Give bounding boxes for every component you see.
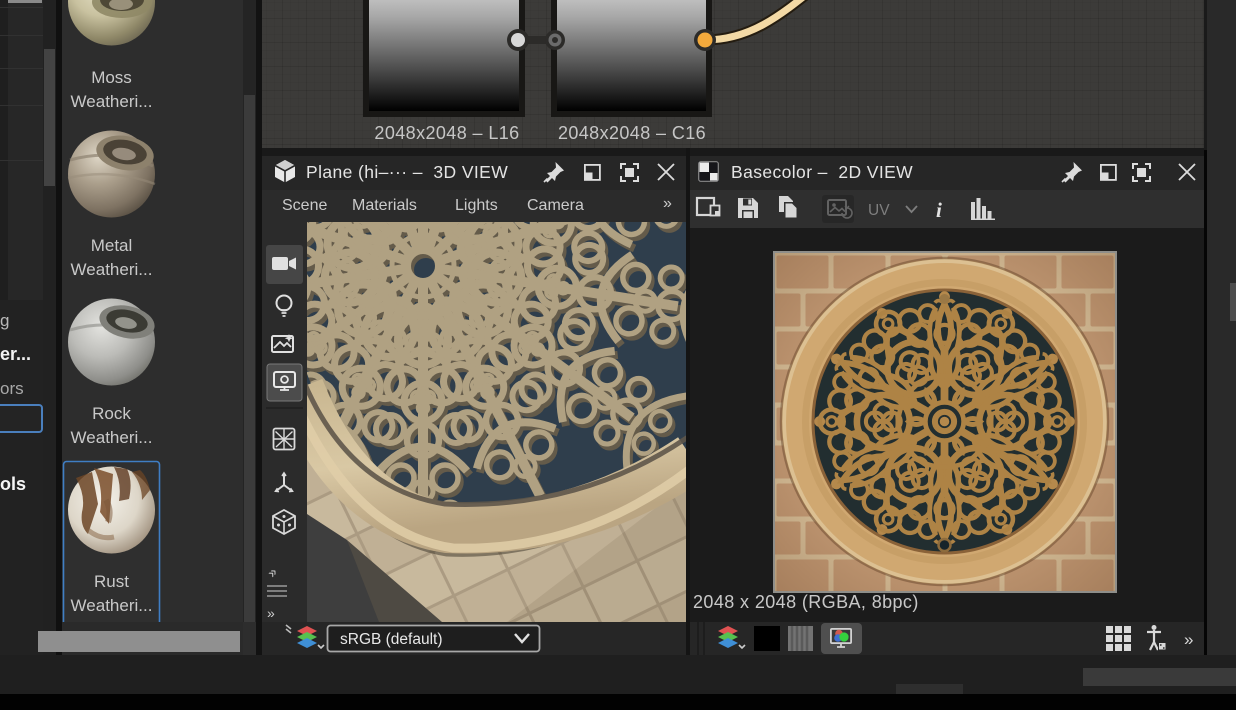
svg-text:sRGB (default): sRGB (default): [340, 631, 443, 648]
svg-text:Plane (hi–··· – 3D VIEW: Plane (hi–··· – 3D VIEW: [306, 162, 508, 182]
svg-text:»: »: [1184, 630, 1193, 649]
svg-text:»: »: [267, 605, 275, 621]
svg-text:Basecolor – 2D VIEW: Basecolor – 2D VIEW: [731, 162, 913, 182]
svg-text:2048x2048 – C16: 2048x2048 – C16: [558, 123, 706, 143]
svg-text:»: »: [264, 564, 281, 581]
svg-text:UV: UV: [868, 202, 890, 219]
svg-text:2048x2048 – L16: 2048x2048 – L16: [374, 123, 519, 143]
svg-text:i: i: [936, 198, 942, 222]
